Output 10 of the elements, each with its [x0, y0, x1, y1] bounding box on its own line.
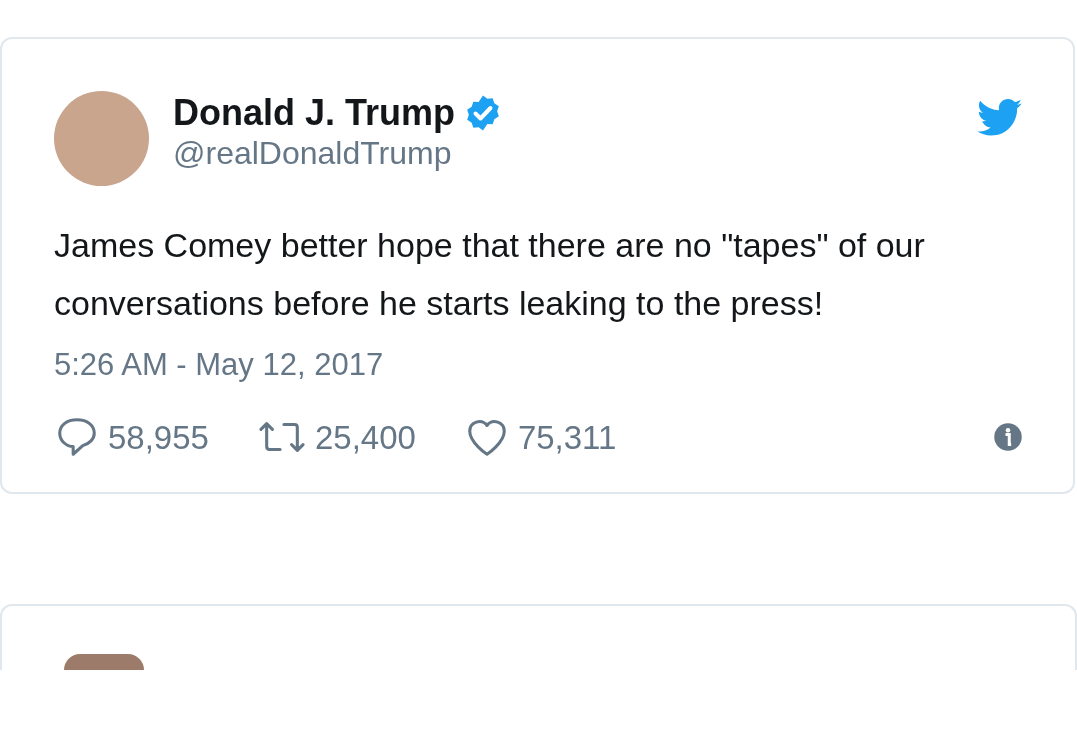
- like-count: 75,311: [517, 417, 617, 458]
- author-handle[interactable]: @realDonaldTrump: [173, 135, 452, 172]
- retweet-count: 25,400: [314, 417, 416, 458]
- reply-count: 58,955: [108, 417, 209, 458]
- bird-logo-icon[interactable]: [977, 99, 1023, 137]
- author-name[interactable]: Donald J. Trump: [173, 91, 456, 135]
- info-icon[interactable]: [993, 422, 1023, 453]
- tweet-text: James Comey better hope that there are no "tapes" of our conversations before he starts leaking to the press!: [54, 225, 926, 324]
- timestamp[interactable]: 5:26 AM - May 12, 2017: [54, 347, 384, 382]
- avatar[interactable]: [64, 654, 144, 670]
